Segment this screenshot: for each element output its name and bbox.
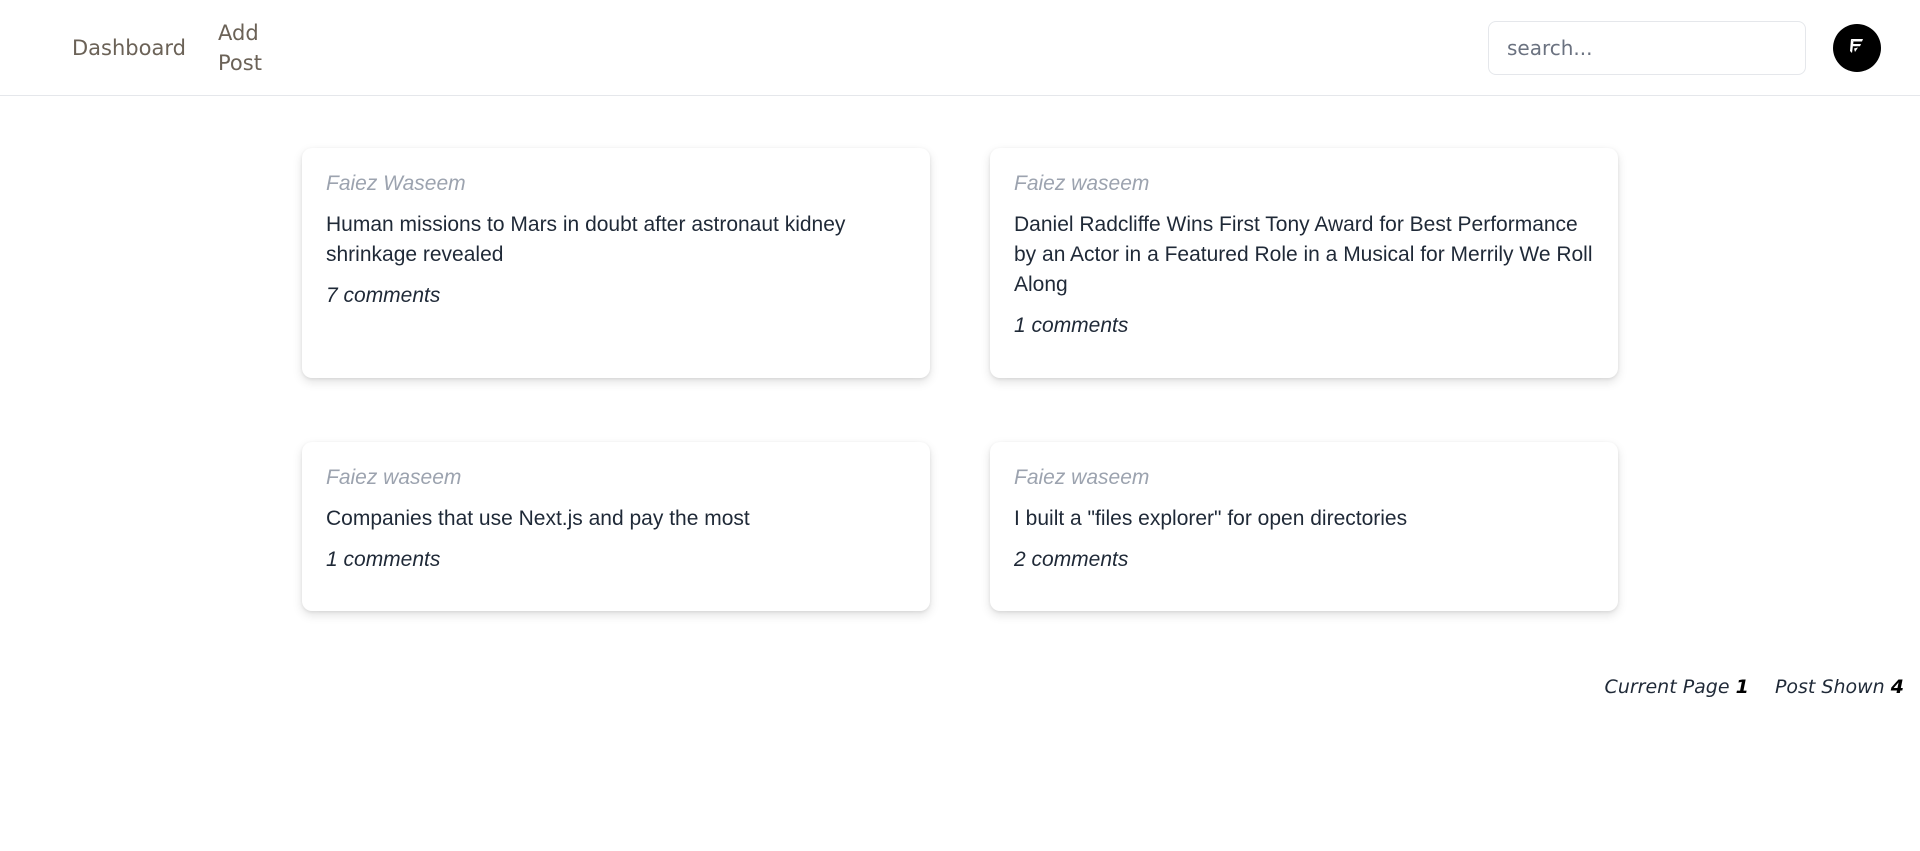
nav-link-add-post[interactable]: Add Post [218,18,278,78]
post-comment-count: 1 comments [1014,314,1129,337]
post-title[interactable]: I built a "files explorer" for open dire… [1014,504,1594,534]
posts-shown-value: 4 [1890,676,1904,698]
post-card[interactable]: Faiez waseem Companies that use Next.js … [302,442,930,611]
post-comment-count: 2 comments [1014,548,1129,571]
post-author: Faiez waseem [326,466,462,489]
post-author: Faiez waseem [1014,172,1150,195]
post-author: Faiez waseem [1014,466,1150,489]
post-card[interactable]: Faiez Waseem Human missions to Mars in d… [302,148,930,378]
post-comment-count: 7 comments [326,284,441,307]
logo-f-icon [1846,35,1868,62]
pagination-info: Current Page 1 Post Shown 4 [1605,676,1904,698]
search-input[interactable] [1488,21,1806,75]
posts-shown-label: Post Shown [1774,676,1885,698]
top-navbar: Dashboard Add Post [0,0,1920,96]
post-card[interactable]: Faiez waseem Daniel Radcliffe Wins First… [990,148,1618,378]
avatar[interactable] [1833,24,1881,72]
post-title[interactable]: Companies that use Next.js and pay the m… [326,504,906,534]
current-page-label: Current Page [1604,676,1730,698]
nav-link-dashboard[interactable]: Dashboard [72,33,186,63]
post-title[interactable]: Daniel Radcliffe Wins First Tony Award f… [1014,210,1594,300]
post-comment-count: 1 comments [326,548,441,571]
current-page-value: 1 [1735,676,1749,698]
post-card[interactable]: Faiez waseem I built a "files explorer" … [990,442,1618,611]
post-title[interactable]: Human missions to Mars in doubt after as… [326,210,906,270]
post-author: Faiez Waseem [326,172,466,195]
